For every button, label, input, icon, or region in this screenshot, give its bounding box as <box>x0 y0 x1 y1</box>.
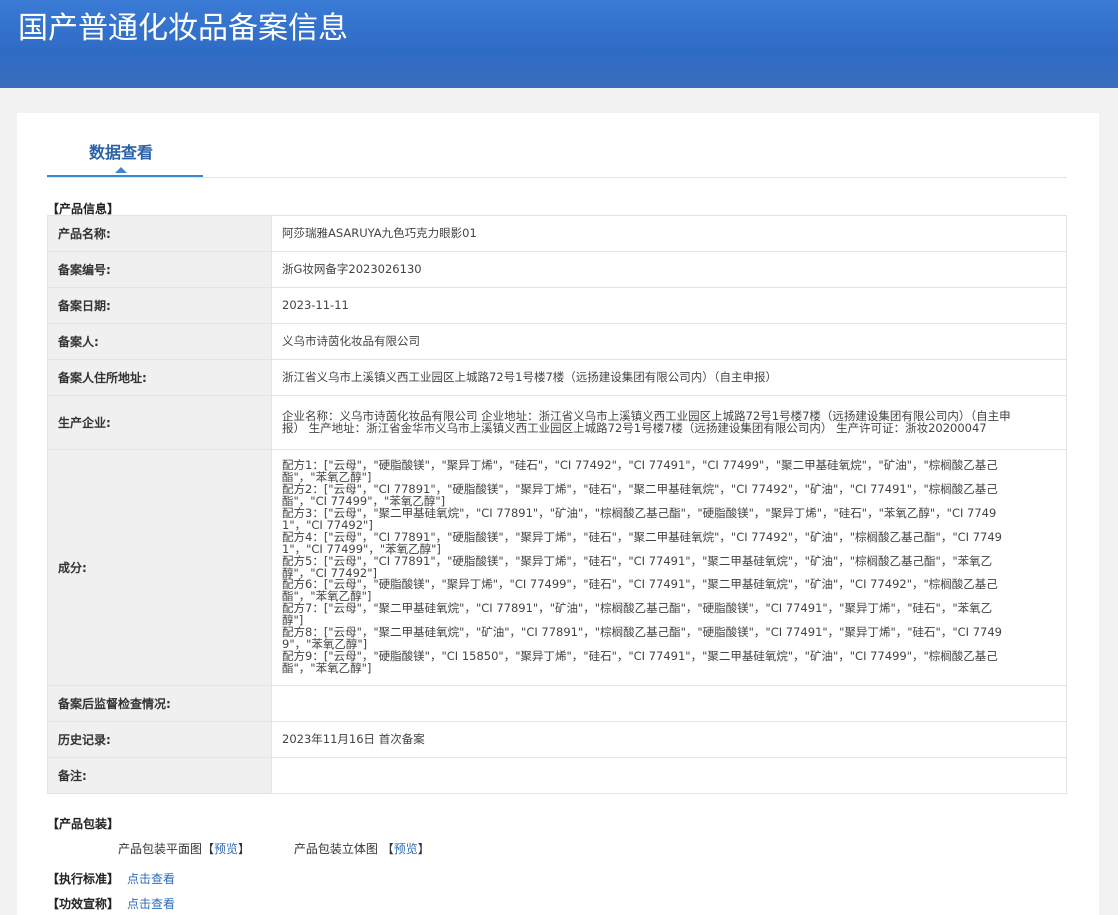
packaging-section-title: 【产品包装】 <box>47 817 120 831</box>
standard-section-title: 【执行标准】 <box>47 872 120 886</box>
tab-data-view[interactable]: 数据查看 <box>47 113 203 177</box>
packaging-flat-label: 产品包装平面图 <box>118 842 203 856</box>
table-row: 生产企业: 企业名称：义乌市诗茵化妆品有限公司 企业地址：浙江省义乌市上溪镇义西… <box>47 395 1067 450</box>
formula-line: 配方1：["云母"，"硬脂酸镁"，"聚异丁烯"，"硅石"，"CI 77492"，… <box>282 458 998 485</box>
formula-line: 配方7：["云母"，"聚二甲基硅氧烷"，"CI 77891"，"矿油"，"棕榈酸… <box>282 601 993 628</box>
row-label-registrant: 备案人: <box>47 323 272 360</box>
packaging-solid-preview-link[interactable]: 预览 <box>394 842 418 856</box>
tab-data-view-label: 数据查看 <box>89 143 154 162</box>
packaging-flat-item: 产品包装平面图【预览】 <box>118 840 250 857</box>
bracket-close: 】 <box>417 842 430 856</box>
row-label-remarks: 备注: <box>47 757 272 794</box>
supervision-value <box>271 685 1067 722</box>
formula-line: 配方9：["云母"，"硬脂酸镁"，"CI 15850"，"聚异丁烯"，"硅石"，… <box>282 648 998 675</box>
tab-bar: 数据查看 <box>47 113 1067 178</box>
remarks-value <box>271 757 1067 794</box>
row-label-registrant-address: 备案人住所地址: <box>47 359 272 396</box>
row-label-supervision: 备案后监督检查情况: <box>47 685 272 722</box>
tab-caret-icon <box>115 167 127 173</box>
page-title: 国产普通化妆品备案信息 <box>18 11 348 46</box>
packaging-solid-item: 产品包装立体图 【预览】 <box>294 840 430 857</box>
history-value: 2023年11月16日 首次备案 <box>271 721 1067 758</box>
table-row: 历史记录: 2023年11月16日 首次备案 <box>47 721 1067 758</box>
table-row: 备案人: 义乌市诗茵化妆品有限公司 <box>47 323 1067 360</box>
formula-line: 配方3：["云母"，"聚二甲基硅氧烷"，"CI 77891"，"矿油"，"棕榈酸… <box>282 505 997 532</box>
packaging-flat-preview-link[interactable]: 预览 <box>214 842 238 856</box>
efficacy-view-link[interactable]: 点击查看 <box>127 897 175 911</box>
formula-line: 配方8：["云母"，"聚二甲基硅氧烷"，"矿油"，"CI 77891"，"棕榈酸… <box>282 625 1002 651</box>
ingredients-value: 配方1：["云母"，"硬脂酸镁"，"聚异丁烯"，"硅石"，"CI 77492"，… <box>271 449 1067 686</box>
formula-line: 配方6：["云母"，"硬脂酸镁"，"聚异丁烯"，"CI 77499"，"硅石"，… <box>282 577 998 604</box>
registrant-address-value: 浙江省义乌市上溪镇义西工业园区上城路72号1号楼7楼（远扬建设集团有限公司内）（… <box>271 359 1067 396</box>
bracket-open: 【 <box>381 842 394 856</box>
table-row: 备案日期: 2023-11-11 <box>47 287 1067 324</box>
row-label-history: 历史记录: <box>47 721 272 758</box>
bracket-close: 】 <box>238 842 251 856</box>
record-number-value: 浙G妆网备字2023026130 <box>271 251 1067 288</box>
row-label-record-number: 备案编号: <box>47 251 272 288</box>
registrant-value: 义乌市诗茵化妆品有限公司 <box>271 323 1067 360</box>
table-row: 备注: <box>47 757 1067 794</box>
table-row: 备案编号: 浙G妆网备字2023026130 <box>47 251 1067 288</box>
product-name-value: 阿莎瑞雅ASARUYA九色巧克力眼影01 <box>271 215 1067 252</box>
bracket-open: 【 <box>202 842 215 856</box>
content-panel: 数据查看 【产品信息】 产品名称: 阿莎瑞雅ASARUYA九色巧克力眼影01 备… <box>17 113 1099 915</box>
table-row: 备案人住所地址: 浙江省义乌市上溪镇义西工业园区上城路72号1号楼7楼（远扬建设… <box>47 359 1067 396</box>
record-date-value: 2023-11-11 <box>271 287 1067 324</box>
row-label-ingredients: 成分: <box>47 449 272 686</box>
row-label-manufacturer: 生产企业: <box>47 395 272 450</box>
standard-view-link[interactable]: 点击查看 <box>127 872 175 886</box>
standard-row: 【执行标准】 点击查看 <box>47 870 175 887</box>
product-info-table: 产品名称: 阿莎瑞雅ASARUYA九色巧克力眼影01 备案编号: 浙G妆网备字2… <box>47 215 1067 794</box>
row-label-product-name: 产品名称: <box>47 215 272 252</box>
page-header: 国产普通化妆品备案信息 <box>0 0 1118 88</box>
formula-line: 配方5：["云母"，"CI 77891"，"硬脂酸镁"，"聚异丁烯"，"硅石"，… <box>282 553 993 580</box>
table-row: 产品名称: 阿莎瑞雅ASARUYA九色巧克力眼影01 <box>47 215 1067 252</box>
table-row: 成分: 配方1：["云母"，"硬脂酸镁"，"聚异丁烯"，"硅石"，"CI 774… <box>47 449 1067 686</box>
formula-line: 配方2：["云母"，"CI 77891"，"硬脂酸镁"，"聚异丁烯"，"硅石"，… <box>282 482 998 509</box>
manufacturer-value: 企业名称：义乌市诗茵化妆品有限公司 企业地址：浙江省义乌市上溪镇义西工业园区上城… <box>271 395 1067 450</box>
efficacy-section-title: 【功效宣称】 <box>47 897 120 911</box>
efficacy-row: 【功效宣称】 点击查看 <box>47 895 175 912</box>
row-label-record-date: 备案日期: <box>47 287 272 324</box>
packaging-row: 产品包装平面图【预览】 产品包装立体图 【预览】 <box>118 840 470 857</box>
table-row: 备案后监督检查情况: <box>47 685 1067 722</box>
formula-line: 配方4：["云母"，"CI 77891"，"硬脂酸镁"，"聚异丁烯"，"硅石"，… <box>282 529 1002 556</box>
packaging-solid-label: 产品包装立体图 <box>293 842 378 856</box>
